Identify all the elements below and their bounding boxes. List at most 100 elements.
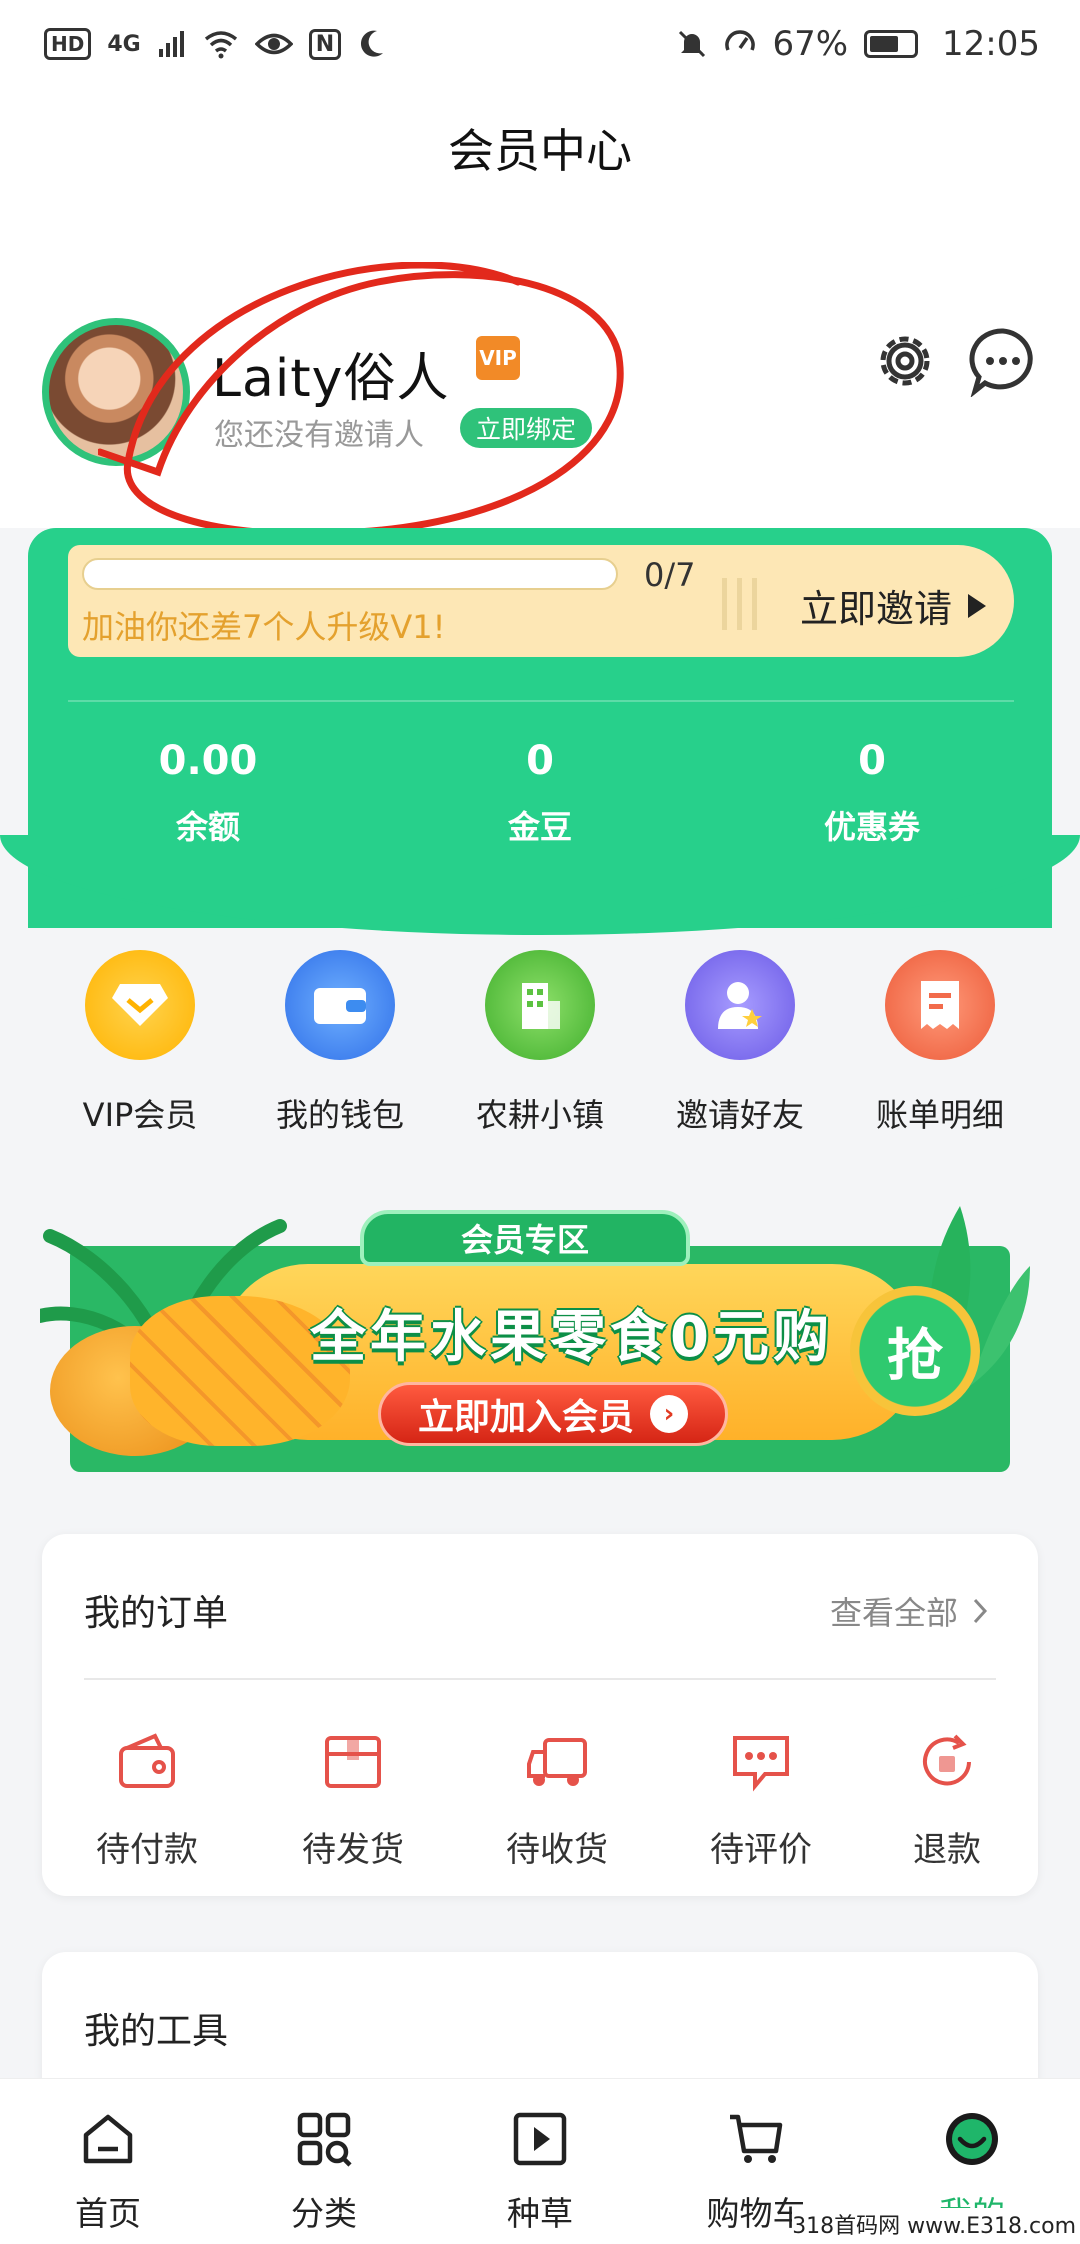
order-pending-review[interactable]: 待评价 [686,1730,836,1871]
stat-balance[interactable]: 0.00 余额 [108,738,308,848]
chevron-right-icon: › [650,1395,688,1433]
quick-vip-member[interactable]: VIP会员 [60,950,220,1136]
home-icon [83,2114,133,2164]
banner-tag: 会员专区 [360,1210,690,1266]
join-member-button[interactable]: 立即加入会员 › [378,1382,728,1446]
watermark: 318首码网 www.E318.com [792,2208,1076,2240]
chevron-right-icon [973,1598,988,1624]
avatar[interactable] [42,318,190,466]
banner-title: 全年水果零食0元购 [310,1305,833,1370]
quick-farm-town[interactable]: 农耕小镇 [460,950,620,1136]
invite-now-button[interactable]: 立即邀请 [800,578,988,633]
quick-wallet[interactable]: 我的钱包 [260,950,420,1136]
status-bar: HD 4G N 67% 12:05 [0,0,1080,88]
nav-discover-label: 种草 [507,2194,573,2233]
divider-bars [722,578,757,630]
coupons-value: 0 [858,738,886,784]
view-all-label: 查看全部 [829,1594,958,1632]
balance-value: 0.00 [158,738,258,784]
upgrade-progress-bar [82,558,618,590]
category-icon [297,2112,352,2167]
gold-beans-value: 0 [526,738,554,784]
username: Laity俗人 [212,349,450,409]
member-center-page: HD 4G N 67% 12:05 会员中心 Laity俗人 VIP 您还没有邀… [0,0,1080,2244]
settings-button[interactable] [868,324,942,398]
clock: 12:05 [942,24,1040,64]
order-pending-payment[interactable]: 待付款 [72,1730,222,1871]
vip-diamond-icon [85,950,195,1060]
comment-icon [733,1736,789,1792]
join-member-label: 立即加入会员 [417,1397,634,1438]
nav-category-label: 分类 [291,2194,357,2233]
triangle-right-icon [968,593,987,618]
hd-indicator: HD [44,28,92,60]
invite-now-label: 立即邀请 [800,587,953,631]
quick-label-bill: 账单明细 [875,1096,1004,1134]
top-bar: 会员中心 [0,88,1080,208]
invite-friend-icon [685,950,795,1060]
order-pending-receipt[interactable]: 待收货 [482,1730,632,1871]
battery-icon [864,30,919,58]
balance-label: 余额 [175,808,240,846]
network-type: 4G [107,31,141,57]
tools-title: 我的工具 [84,2011,229,2052]
order-label-review: 待评价 [710,1830,812,1870]
orders-card: 我的订单 查看全部 待付款 待发货 待收货 待评价 退款 [42,1534,1038,1896]
orders-divider [84,1678,996,1680]
quick-bill-details[interactable]: 账单明细 [860,950,1020,1136]
gold-beans-label: 金豆 [507,808,572,846]
messages-button[interactable] [966,324,1040,398]
stat-gold-beans[interactable]: 0 金豆 [440,738,640,848]
order-label-pay: 待付款 [96,1830,198,1870]
order-pending-shipment[interactable]: 待发货 [278,1730,428,1871]
bill-icon [885,950,995,1060]
quick-invite-friends[interactable]: 邀请好友 [660,950,820,1136]
grab-button[interactable]: 抢 [850,1286,980,1416]
view-all-orders-link[interactable]: 查看全部 [830,1588,988,1634]
vip-badge: VIP [476,336,520,380]
signal-icon [158,31,184,57]
wallet-pay-icon [119,1733,175,1788]
order-label-ship: 待发货 [302,1830,404,1870]
battery-level [870,36,899,52]
nav-home[interactable]: 首页 [0,2079,216,2244]
quick-actions: VIP会员 我的钱包 农耕小镇 邀请好友 账单明细 [0,950,1080,1150]
truck-icon [527,1738,587,1786]
upgrade-count: 0/7 [644,556,696,594]
play-icon [513,2112,567,2166]
nav-category[interactable]: 分类 [216,2079,432,2244]
battery-percent: 67% [772,24,849,64]
bind-inviter-button[interactable]: 立即绑定 [460,408,593,448]
quick-label-farm: 农耕小镇 [475,1096,604,1134]
member-zone-banner[interactable]: 会员专区 全年水果零食0元购 立即加入会员 › 抢 [40,1196,1030,1486]
order-label-receive: 待收货 [506,1830,608,1870]
nav-home-label: 首页 [75,2194,141,2233]
coupons-label: 优惠券 [823,808,920,846]
quick-label-vip: VIP会员 [82,1096,198,1134]
stat-coupons[interactable]: 0 优惠券 [772,738,972,848]
orders-title: 我的订单 [84,1593,229,1634]
profile-section: Laity俗人 VIP 您还没有邀请人 立即绑定 [0,208,1080,528]
status-left: HD 4G N [44,28,385,60]
wallet-icon [285,950,395,1060]
nfc-icon: N [308,28,342,60]
quick-label-invite: 邀请好友 [675,1096,804,1134]
quick-label-wallet: 我的钱包 [275,1096,404,1134]
chat-bubble-icon [969,328,1033,397]
order-refund[interactable]: 退款 [872,1730,1022,1871]
inviter-status: 您还没有邀请人 [214,418,424,453]
nav-discover[interactable]: 种草 [432,2079,648,2244]
profile-smile-icon [946,2113,998,2165]
moon-icon [361,30,384,57]
page-title: 会员中心 [448,124,632,178]
eye-icon [254,33,293,55]
cart-icon [730,2114,783,2163]
speed-icon [725,30,756,51]
bell-muted-icon [679,30,706,58]
wifi-icon [204,31,237,59]
refund-icon [923,1734,971,1786]
card-divider [68,700,1014,702]
building-icon [485,950,595,1060]
gear-icon [880,336,930,386]
status-right: 67% 12:05 [676,24,1040,64]
